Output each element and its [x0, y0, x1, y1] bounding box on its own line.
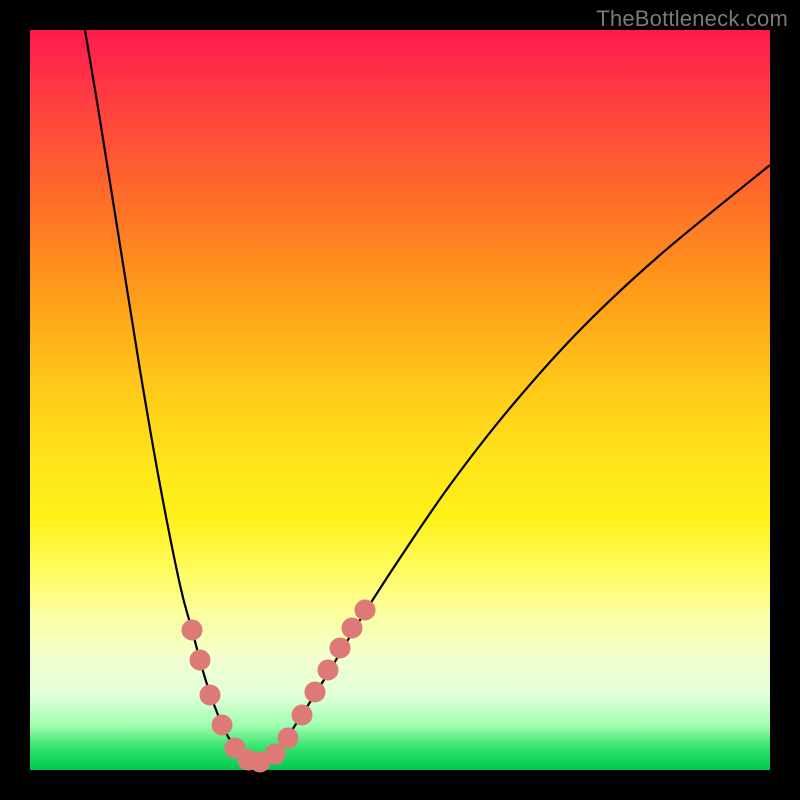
plot-area: [30, 30, 770, 770]
data-bead: [318, 660, 338, 680]
data-bead: [342, 618, 362, 638]
data-bead: [292, 705, 312, 725]
chart-stage: TheBottleneck.com: [0, 0, 800, 800]
data-bead: [278, 728, 298, 748]
data-bead: [355, 600, 375, 620]
bottleneck-curve: [85, 30, 770, 762]
data-bead: [190, 650, 210, 670]
data-bead: [305, 682, 325, 702]
data-bead: [200, 685, 220, 705]
data-bead: [182, 620, 202, 640]
watermark-text: TheBottleneck.com: [596, 6, 788, 32]
data-bead: [330, 638, 350, 658]
curve-svg: [30, 30, 770, 770]
data-bead: [265, 744, 285, 764]
data-bead: [212, 715, 232, 735]
bead-group: [182, 600, 375, 772]
